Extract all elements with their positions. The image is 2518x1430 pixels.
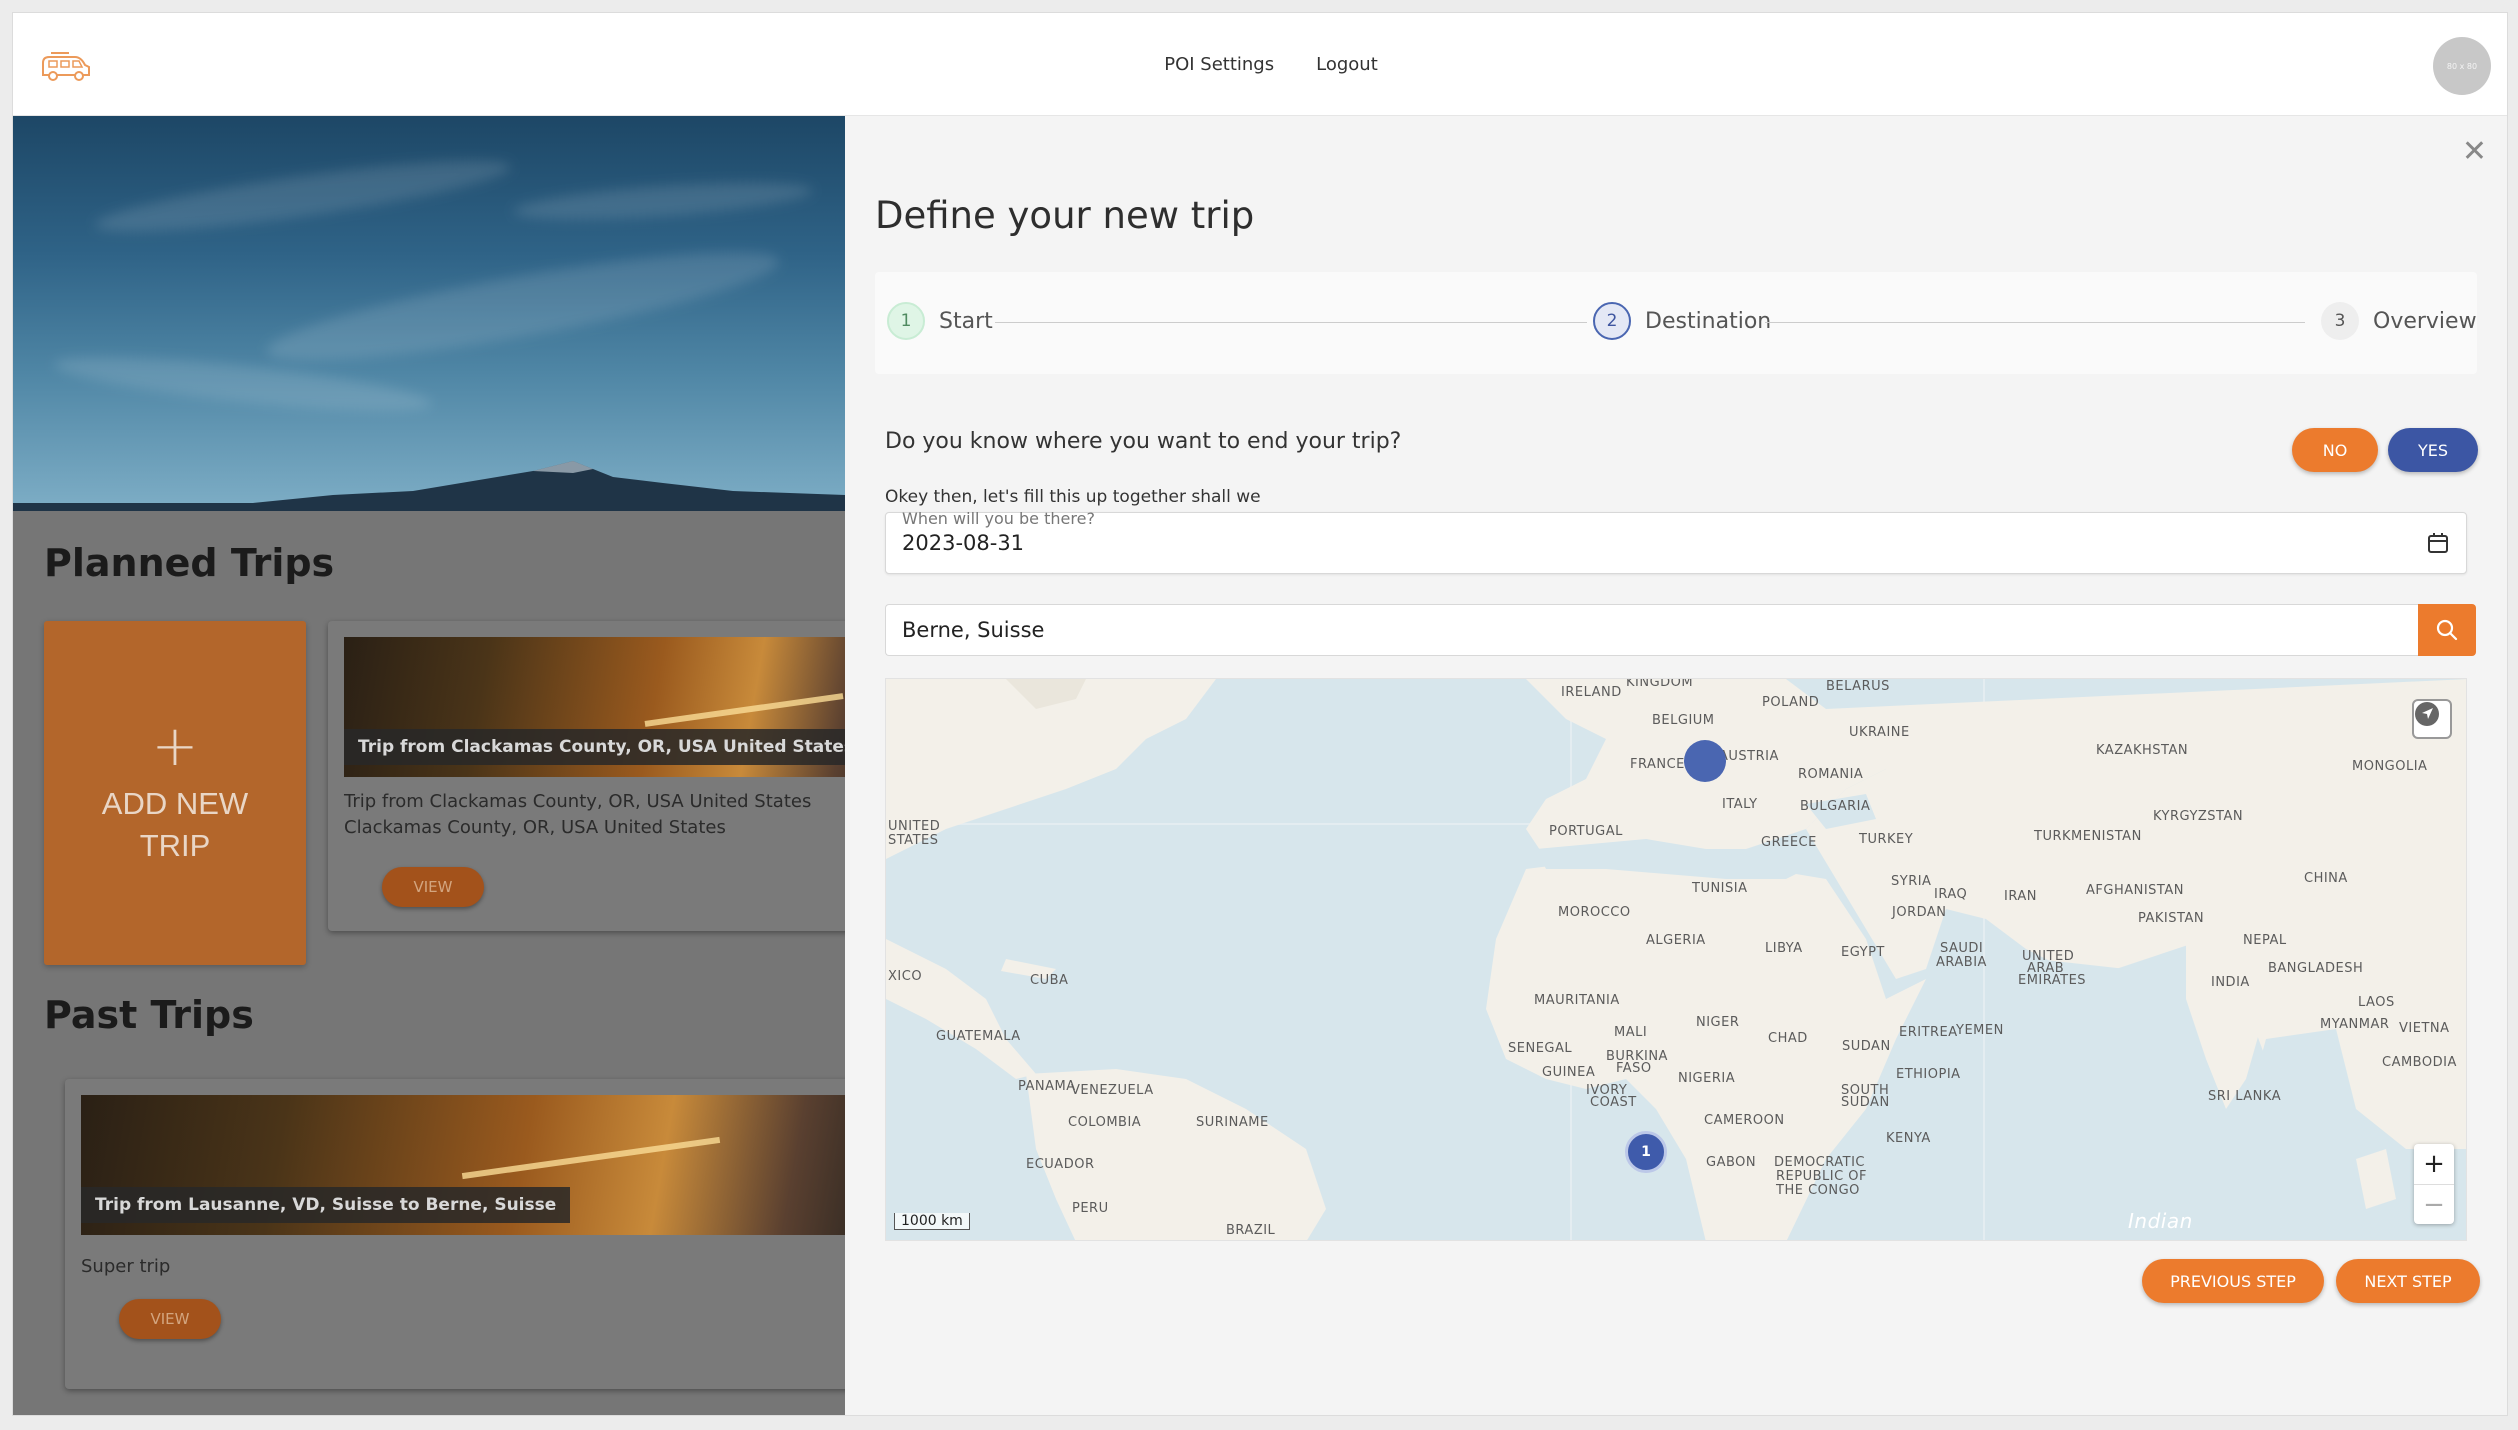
top-header: POI Settings Logout 80 x 80 (13, 13, 2507, 116)
new-trip-drawer: ✕ Define your new trip 1 Start 2 Destina… (845, 116, 2507, 1415)
zoom-in-button[interactable]: + (2414, 1144, 2454, 1184)
no-button[interactable]: NO (2292, 428, 2378, 472)
planned-trips-title: Planned Trips (44, 541, 335, 585)
map-cluster-marker[interactable]: 1 (1625, 1131, 1667, 1173)
hero-banner (13, 116, 845, 511)
avatar-placeholder-text: 80 x 80 (2446, 61, 2478, 71)
view-planned-trip-button[interactable]: VIEW (382, 867, 484, 907)
drawer-title: Define your new trip (875, 194, 1255, 237)
date-field-label: When will you be there? (902, 509, 1095, 528)
step-label: Overview (2373, 308, 2477, 334)
next-step-button[interactable]: NEXT STEP (2336, 1259, 2480, 1303)
step-label: Start (939, 308, 993, 334)
nav-poi-settings[interactable]: POI Settings (1164, 54, 1274, 75)
arrival-date-field[interactable]: When will you be there? 2023-08-31 (885, 509, 2467, 574)
yes-button[interactable]: YES (2388, 428, 2478, 472)
destination-map[interactable]: KINGDOM IRELAND BELARUS BELGIUM POLAND U… (885, 678, 2467, 1241)
step-label: Destination (1645, 308, 1772, 334)
map-scale: 1000 km (894, 1213, 970, 1230)
step-number: 1 (887, 302, 925, 340)
step-connector (995, 322, 1587, 323)
app-window: POI Settings Logout 80 x 80 Planned Trip… (12, 12, 2508, 1416)
destination-marker[interactable] (1684, 740, 1726, 782)
trip-caption: Trip from Lausanne, VD, Suisse to Berne,… (81, 1187, 571, 1223)
helper-text: Okey then, let's fill this up together s… (885, 487, 1261, 507)
trip-image: Trip from Clackamas County, OR, USA Unit… (344, 637, 845, 777)
date-value: 2023-08-31 (902, 531, 1025, 555)
trip-description: Trip from Clackamas County, OR, USA Unit… (344, 791, 812, 839)
trips-page-background: Planned Trips + ADD NEW TRIP Trip from C… (13, 116, 845, 1415)
past-trips-title: Past Trips (44, 993, 254, 1037)
search-button[interactable] (2418, 604, 2476, 656)
calendar-icon[interactable] (2426, 531, 2450, 555)
previous-step-button[interactable]: PREVIOUS STEP (2142, 1259, 2324, 1303)
step-number: 2 (1593, 302, 1631, 340)
past-trip-card: Trip from Lausanne, VD, Suisse to Berne,… (65, 1079, 845, 1389)
step-number: 3 (2321, 302, 2359, 340)
trip-image: Trip from Lausanne, VD, Suisse to Berne,… (81, 1095, 845, 1235)
avatar[interactable]: 80 x 80 (2433, 37, 2491, 95)
end-trip-question: Do you know where you want to end your t… (885, 429, 1402, 454)
trip-description: Super trip (81, 1256, 171, 1277)
add-new-trip-label: ADD NEW TRIP (101, 786, 249, 863)
step-destination[interactable]: 2 Destination (1593, 302, 1771, 340)
trip-caption: Trip from Clackamas County, OR, USA Unit… (344, 729, 845, 765)
navigation-arrow-icon (2415, 702, 2439, 726)
main-nav: POI Settings Logout (13, 13, 2507, 116)
trip-stepper: 1 Start 2 Destination 3 Overview (875, 272, 2477, 374)
close-icon[interactable]: ✕ (2462, 134, 2487, 169)
nav-logout[interactable]: Logout (1316, 54, 1378, 75)
search-icon (2436, 619, 2458, 641)
destination-search-input[interactable]: Berne, Suisse (885, 604, 2418, 656)
add-new-trip-card[interactable]: + ADD NEW TRIP (44, 621, 306, 965)
mountain-silhouette (13, 461, 845, 511)
step-start[interactable]: 1 Start (887, 302, 993, 340)
planned-trip-card: Trip from Clackamas County, OR, USA Unit… (328, 621, 845, 931)
zoom-out-button[interactable]: − (2414, 1184, 2454, 1224)
plus-icon: + (151, 714, 199, 780)
view-past-trip-button[interactable]: VIEW (119, 1299, 221, 1339)
step-connector (1765, 322, 2305, 323)
geolocate-button[interactable] (2412, 699, 2452, 739)
search-value: Berne, Suisse (902, 618, 1045, 642)
step-overview[interactable]: 3 Overview (2321, 302, 2477, 340)
map-zoom-controls: + − (2414, 1144, 2454, 1224)
